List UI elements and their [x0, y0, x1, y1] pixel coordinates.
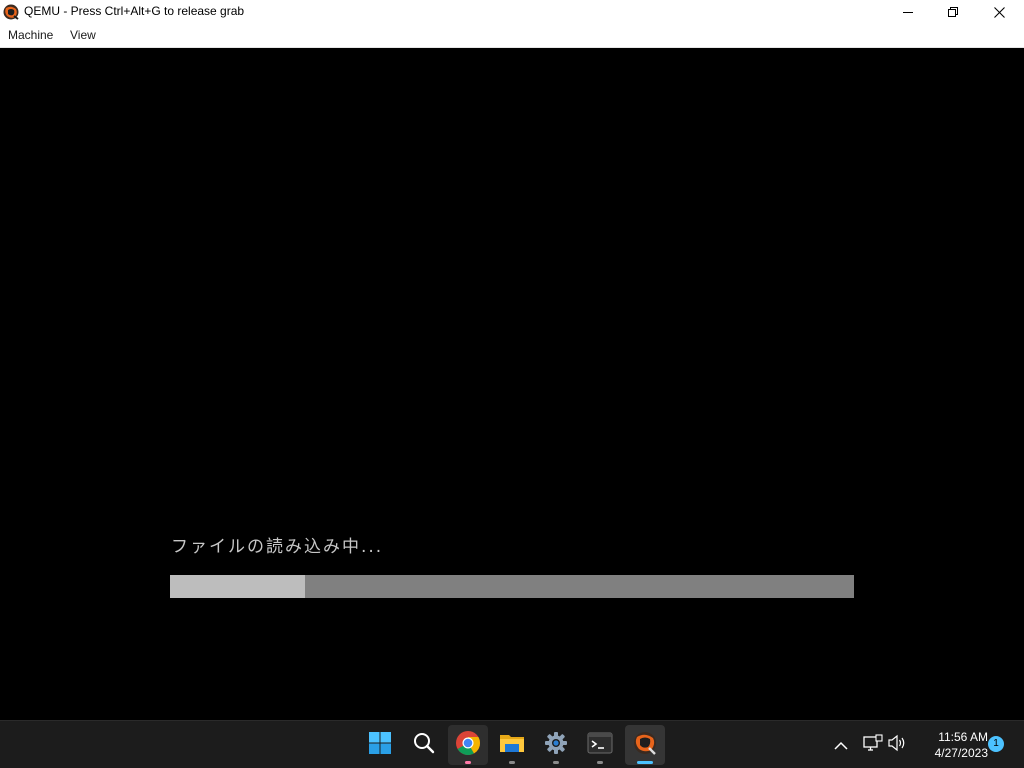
vm-display[interactable]: ファイルの読み込み中...: [0, 48, 1024, 720]
close-icon: [993, 6, 1005, 18]
terminal-icon: [587, 732, 613, 758]
qemu-icon: [3, 4, 19, 20]
search-icon: [412, 731, 436, 759]
gear-icon: [544, 731, 568, 759]
loading-status-text: ファイルの読み込み中...: [171, 537, 384, 557]
menu-bar: Machine View: [0, 24, 1024, 48]
loading-progress-fill: [170, 575, 305, 598]
taskbar-app-qemu[interactable]: [625, 725, 665, 765]
focused-indicator: [637, 761, 653, 764]
restore-button[interactable]: [930, 0, 976, 24]
taskbar-app-file-explorer[interactable]: [492, 725, 532, 765]
network-icon: [863, 734, 883, 756]
running-indicator: [553, 761, 559, 764]
window-title-bar[interactable]: QEMU - Press Ctrl+Alt+G to release grab: [0, 0, 1024, 24]
minimize-icon: [903, 7, 913, 17]
taskbar: 11:56 AM 4/27/2023 1: [0, 720, 1024, 768]
show-hidden-icons-button[interactable]: [828, 725, 854, 765]
minimize-button[interactable]: [885, 0, 931, 24]
windows-start-icon: [368, 731, 392, 759]
menu-view[interactable]: View: [70, 28, 96, 42]
taskbar-app-chrome[interactable]: [448, 725, 488, 765]
notification-badge[interactable]: 1: [988, 736, 1004, 752]
folder-icon: [499, 731, 525, 759]
chevron-up-icon: [834, 736, 848, 755]
taskbar-app-terminal[interactable]: [580, 725, 620, 765]
close-button[interactable]: [976, 0, 1022, 24]
chrome-icon: [455, 730, 481, 760]
start-button[interactable]: [360, 725, 400, 765]
volume-icon: [887, 734, 907, 756]
menu-machine[interactable]: Machine: [8, 28, 53, 42]
volume-button[interactable]: [884, 725, 910, 765]
loading-progress-bar: [170, 575, 854, 598]
taskbar-app-settings[interactable]: [536, 725, 576, 765]
restore-icon: [948, 7, 958, 17]
running-indicator: [597, 761, 603, 764]
clock-date: 4/27/2023: [934, 746, 988, 760]
clock-time: 11:56 AM: [938, 730, 988, 744]
clock-button[interactable]: 11:56 AM 4/27/2023: [912, 729, 988, 761]
running-indicator: [465, 761, 471, 764]
qemu-icon: [632, 730, 658, 760]
network-status-button[interactable]: [860, 725, 886, 765]
search-button[interactable]: [404, 725, 444, 765]
window-title: QEMU - Press Ctrl+Alt+G to release grab: [24, 4, 245, 18]
running-indicator: [509, 761, 515, 764]
